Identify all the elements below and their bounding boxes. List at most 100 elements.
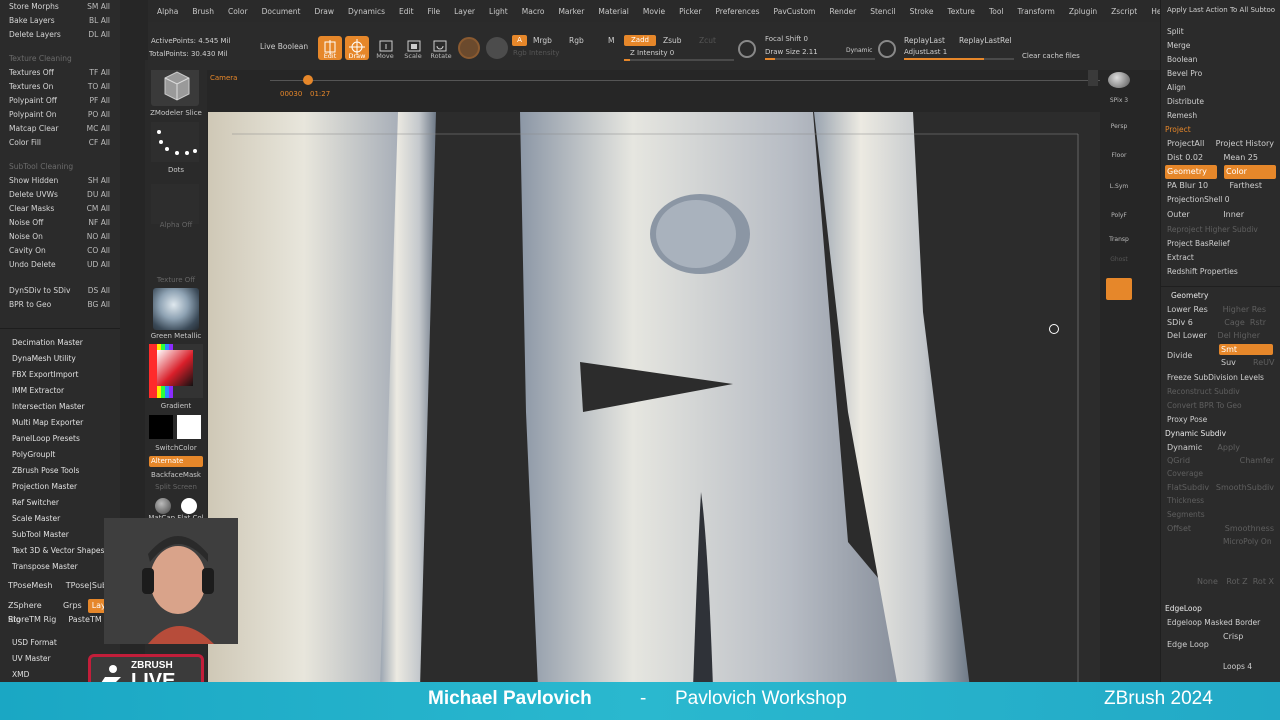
hotkey-dynsdiv-to-sdiv[interactable]: DynSDiv to SDiv DS All <box>0 284 120 298</box>
menu-light[interactable]: Light <box>482 7 515 16</box>
timeline-key-marker[interactable] <box>303 75 313 85</box>
hotkey-matcap-clear[interactable]: Matcap Clear MC All <box>0 122 120 136</box>
plugin-text-3d-vector-shapes[interactable]: Text 3D & Vector Shapes <box>0 543 120 559</box>
reproject-button[interactable]: Reproject Higher Subdiv <box>1161 223 1280 237</box>
none-button[interactable]: None <box>1167 575 1218 588</box>
loops-slider[interactable]: Loops 4 <box>1161 660 1280 674</box>
dynamic-toggle-subdiv[interactable]: Dynamic <box>1167 441 1202 454</box>
zmodeler-brush-icon[interactable] <box>151 66 199 106</box>
replay-last-rel-button[interactable]: ReplayLastRel <box>959 36 1012 45</box>
menu-zplugin[interactable]: Zplugin <box>1062 7 1104 16</box>
color-picker[interactable] <box>149 344 203 398</box>
distribute-button[interactable]: Distribute <box>1161 95 1280 109</box>
menu-preferences[interactable]: Preferences <box>708 7 766 16</box>
plugin-usd-format[interactable]: USD Format <box>4 635 118 651</box>
hotkey-polypaint-off[interactable]: Polypaint Off PF All <box>0 94 120 108</box>
plugin-multi-map-exporter[interactable]: Multi Map Exporter <box>0 415 120 431</box>
shelf-ghost-button[interactable]: Ghost <box>1104 256 1134 263</box>
hotkey-noise-off[interactable]: Noise Off NF All <box>0 216 120 230</box>
shelf-floor-button[interactable]: Floor <box>1104 152 1134 159</box>
del-higher-button[interactable]: Del Higher <box>1218 329 1274 343</box>
reconstruct-subdiv-button[interactable]: Reconstruct Subdiv <box>1161 385 1280 399</box>
reuv-button[interactable]: ReUV <box>1253 358 1274 367</box>
zadd-button[interactable]: Zadd <box>624 35 656 46</box>
hotkey-store-morphs[interactable]: Store Morphs SM All <box>0 0 120 14</box>
menu-alpha[interactable]: Alpha <box>150 7 185 16</box>
menu-stencil[interactable]: Stencil <box>863 7 902 16</box>
menu-tool[interactable]: Tool <box>982 7 1011 16</box>
offset-slider[interactable]: Offset <box>1167 522 1191 535</box>
shelf-persp-button[interactable]: Persp <box>1104 123 1134 130</box>
menu-texture[interactable]: Texture <box>940 7 981 16</box>
thickness-slider[interactable]: Thickness <box>1161 494 1280 508</box>
gizmo-icon[interactable] <box>458 37 480 59</box>
project-all-button[interactable]: ProjectAll <box>1167 137 1204 151</box>
alternate-button[interactable]: Alternate <box>149 456 203 467</box>
menu-dynamics[interactable]: Dynamics <box>341 7 392 16</box>
menu-marker[interactable]: Marker <box>551 7 591 16</box>
qgrid-slider[interactable]: QGrid <box>1167 454 1190 467</box>
cage-button[interactable]: Cage <box>1224 318 1245 327</box>
bpr-render-icon[interactable] <box>1108 72 1130 88</box>
bas-relief-button[interactable]: Project BasRelief <box>1161 237 1280 251</box>
backface-mask-label[interactable]: BackfaceMask <box>145 471 207 479</box>
project-history-button[interactable]: Project History <box>1216 137 1274 151</box>
hotkey-color-fill[interactable]: Color Fill CF All <box>0 136 120 150</box>
alpha-slot[interactable] <box>151 184 199 224</box>
tposemesh-button[interactable]: TPoseMesh <box>4 578 52 593</box>
hotkey-polypaint-on[interactable]: Polypaint On PO All <box>0 108 120 122</box>
secondary-color-swatch[interactable] <box>177 415 201 439</box>
hotkey-delete-layers[interactable]: Delete Layers DL All <box>0 28 120 42</box>
plugin-scale-master[interactable]: Scale Master <box>0 511 120 527</box>
replay-last-button[interactable]: ReplayLast <box>904 36 945 45</box>
apply-last-action[interactable]: Apply Last Action To All Subtoo <box>1161 3 1280 17</box>
zsphere-rig-button[interactable]: ZSphere Rig <box>8 599 57 624</box>
dots-stroke-icon[interactable] <box>151 122 199 162</box>
freeze-subdiv-button[interactable]: Freeze SubDivision Levels <box>1161 371 1280 385</box>
dynamic-subdiv-heading[interactable]: Dynamic Subdiv <box>1161 427 1280 441</box>
menu-picker[interactable]: Picker <box>672 7 708 16</box>
menu-transform[interactable]: Transform <box>1011 7 1062 16</box>
project-heading[interactable]: Project <box>1161 123 1280 137</box>
material-sphere-icon[interactable] <box>153 288 199 330</box>
plugin-dynamesh-utility[interactable]: DynaMesh Utility <box>0 351 120 367</box>
menu-document[interactable]: Document <box>255 7 308 16</box>
menu-stroke[interactable]: Stroke <box>903 7 941 16</box>
switch-color-label[interactable]: SwitchColor <box>145 444 207 452</box>
menu-zscript[interactable]: Zscript <box>1104 7 1144 16</box>
shelf-transp-button[interactable]: Transp <box>1104 236 1134 243</box>
menu-render[interactable]: Render <box>822 7 863 16</box>
boolean-button[interactable]: Boolean <box>1161 53 1280 67</box>
zsub-button[interactable]: Zsub <box>663 36 682 45</box>
a-toggle[interactable]: A <box>512 35 527 46</box>
shelf-l-sym-button[interactable]: L.Sym <box>1104 183 1134 190</box>
farthest-toggle[interactable]: Farthest <box>1230 179 1275 193</box>
timeline-bar[interactable]: Camera 00030 01:27 <box>208 70 1108 104</box>
menu-color[interactable]: Color <box>221 7 255 16</box>
rgb-button[interactable]: Rgb <box>569 36 584 45</box>
hotkey-bpr-to-geo[interactable]: BPR to Geo BG All <box>0 298 120 312</box>
hotkey-noise-on[interactable]: Noise On NO All <box>0 230 120 244</box>
matcap-gray-sphere-icon[interactable] <box>155 498 171 514</box>
lazy-mouse-icon[interactable] <box>878 40 896 58</box>
align-button[interactable]: Align <box>1161 81 1280 95</box>
plugin-subtool-master[interactable]: SubTool Master <box>0 527 120 543</box>
flat-subdiv-slider[interactable]: FlatSubdiv <box>1167 481 1209 494</box>
proxy-pose-button[interactable]: Proxy Pose <box>1161 413 1280 427</box>
grps-button[interactable]: Grps <box>63 599 82 613</box>
crisp-toggle[interactable]: Crisp <box>1223 632 1243 641</box>
zcut-button[interactable]: Zcut <box>699 36 716 45</box>
redshift-button[interactable]: Redshift Properties <box>1161 265 1280 279</box>
shelf-spix-3-button[interactable]: SPix 3 <box>1104 97 1134 104</box>
hotkey-show-hidden[interactable]: Show Hidden SH All <box>0 174 120 188</box>
plugin-transpose-master[interactable]: Transpose Master <box>0 559 120 575</box>
hotkey-cavity-on[interactable]: Cavity On CO All <box>0 244 120 258</box>
plugin-ref-switcher[interactable]: Ref Switcher <box>0 495 120 511</box>
z-intensity-slider[interactable]: Z Intensity 0 <box>630 49 674 57</box>
edgeloop-heading[interactable]: EdgeLoop <box>1161 602 1280 616</box>
smt-toggle[interactable]: Smt <box>1219 344 1273 355</box>
split-button[interactable]: Split <box>1161 25 1280 39</box>
primary-color-swatch[interactable] <box>149 415 173 439</box>
menu-movie[interactable]: Movie <box>636 7 672 16</box>
shelf-polyf-button[interactable]: PolyF <box>1104 212 1134 219</box>
